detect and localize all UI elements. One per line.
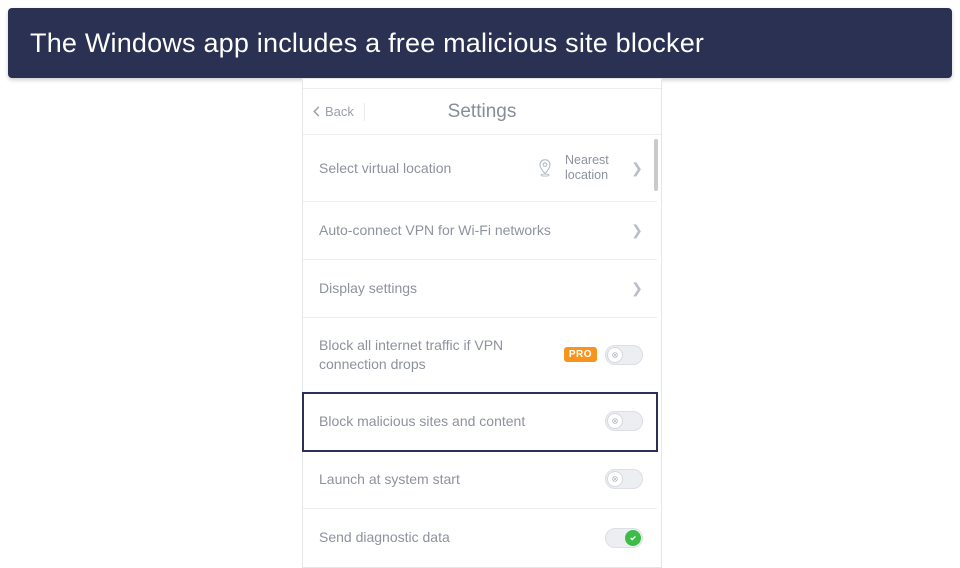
caption-bar: The Windows app includes a free maliciou…: [8, 8, 952, 78]
toggle-knob: [625, 530, 641, 546]
row-display-settings[interactable]: Display settings ❯: [303, 260, 657, 318]
back-label: Back: [325, 104, 354, 119]
row-diagnostic[interactable]: Send diagnostic data: [303, 509, 657, 567]
toggle-diagnostic[interactable]: [605, 528, 643, 548]
caption-text: The Windows app includes a free maliciou…: [30, 28, 704, 59]
toggle-launch-start[interactable]: [605, 469, 643, 489]
panel-top-strip: [303, 79, 661, 89]
row-label: Send diagnostic data: [319, 528, 597, 547]
toggle-block-malicious[interactable]: [605, 411, 643, 431]
back-button[interactable]: Back: [303, 103, 365, 121]
row-virtual-location[interactable]: Select virtual location Nearest location…: [303, 135, 657, 202]
chevron-right-icon: ❯: [631, 280, 643, 297]
settings-list: Select virtual location Nearest location…: [303, 135, 657, 567]
row-label: Auto-connect VPN for Wi-Fi networks: [319, 221, 623, 240]
toggle-knob: [607, 471, 623, 487]
row-block-malicious[interactable]: Block malicious sites and content: [303, 393, 657, 451]
pro-badge: PRO: [564, 347, 597, 362]
row-kill-switch[interactable]: Block all internet traffic if VPN connec…: [303, 318, 657, 393]
scrollbar-thumb[interactable]: [654, 139, 658, 191]
row-label: Launch at system start: [319, 470, 597, 489]
row-auto-connect[interactable]: Auto-connect VPN for Wi-Fi networks ❯: [303, 202, 657, 260]
toggle-knob: [607, 347, 623, 363]
chevron-right-icon: ❯: [631, 160, 643, 177]
row-label: Display settings: [319, 279, 623, 298]
row-launch-start[interactable]: Launch at system start: [303, 451, 657, 509]
toggle-off-icon: [611, 351, 619, 359]
toggle-knob: [607, 413, 623, 429]
toggle-off-icon: [611, 475, 619, 483]
row-label: Block malicious sites and content: [319, 412, 597, 431]
location-pin-icon: [535, 158, 555, 178]
chevron-right-icon: ❯: [631, 222, 643, 239]
settings-panel: Back Settings Select virtual location Ne…: [302, 78, 662, 568]
toggle-kill-switch[interactable]: [605, 345, 643, 365]
row-label: Block all internet traffic if VPN connec…: [319, 336, 556, 374]
check-icon: [629, 534, 637, 542]
toggle-off-icon: [611, 417, 619, 425]
row-value: Nearest location: [565, 153, 623, 183]
chevron-left-icon: [313, 106, 321, 117]
row-label: Select virtual location: [319, 159, 527, 178]
panel-header: Back Settings: [303, 89, 661, 135]
